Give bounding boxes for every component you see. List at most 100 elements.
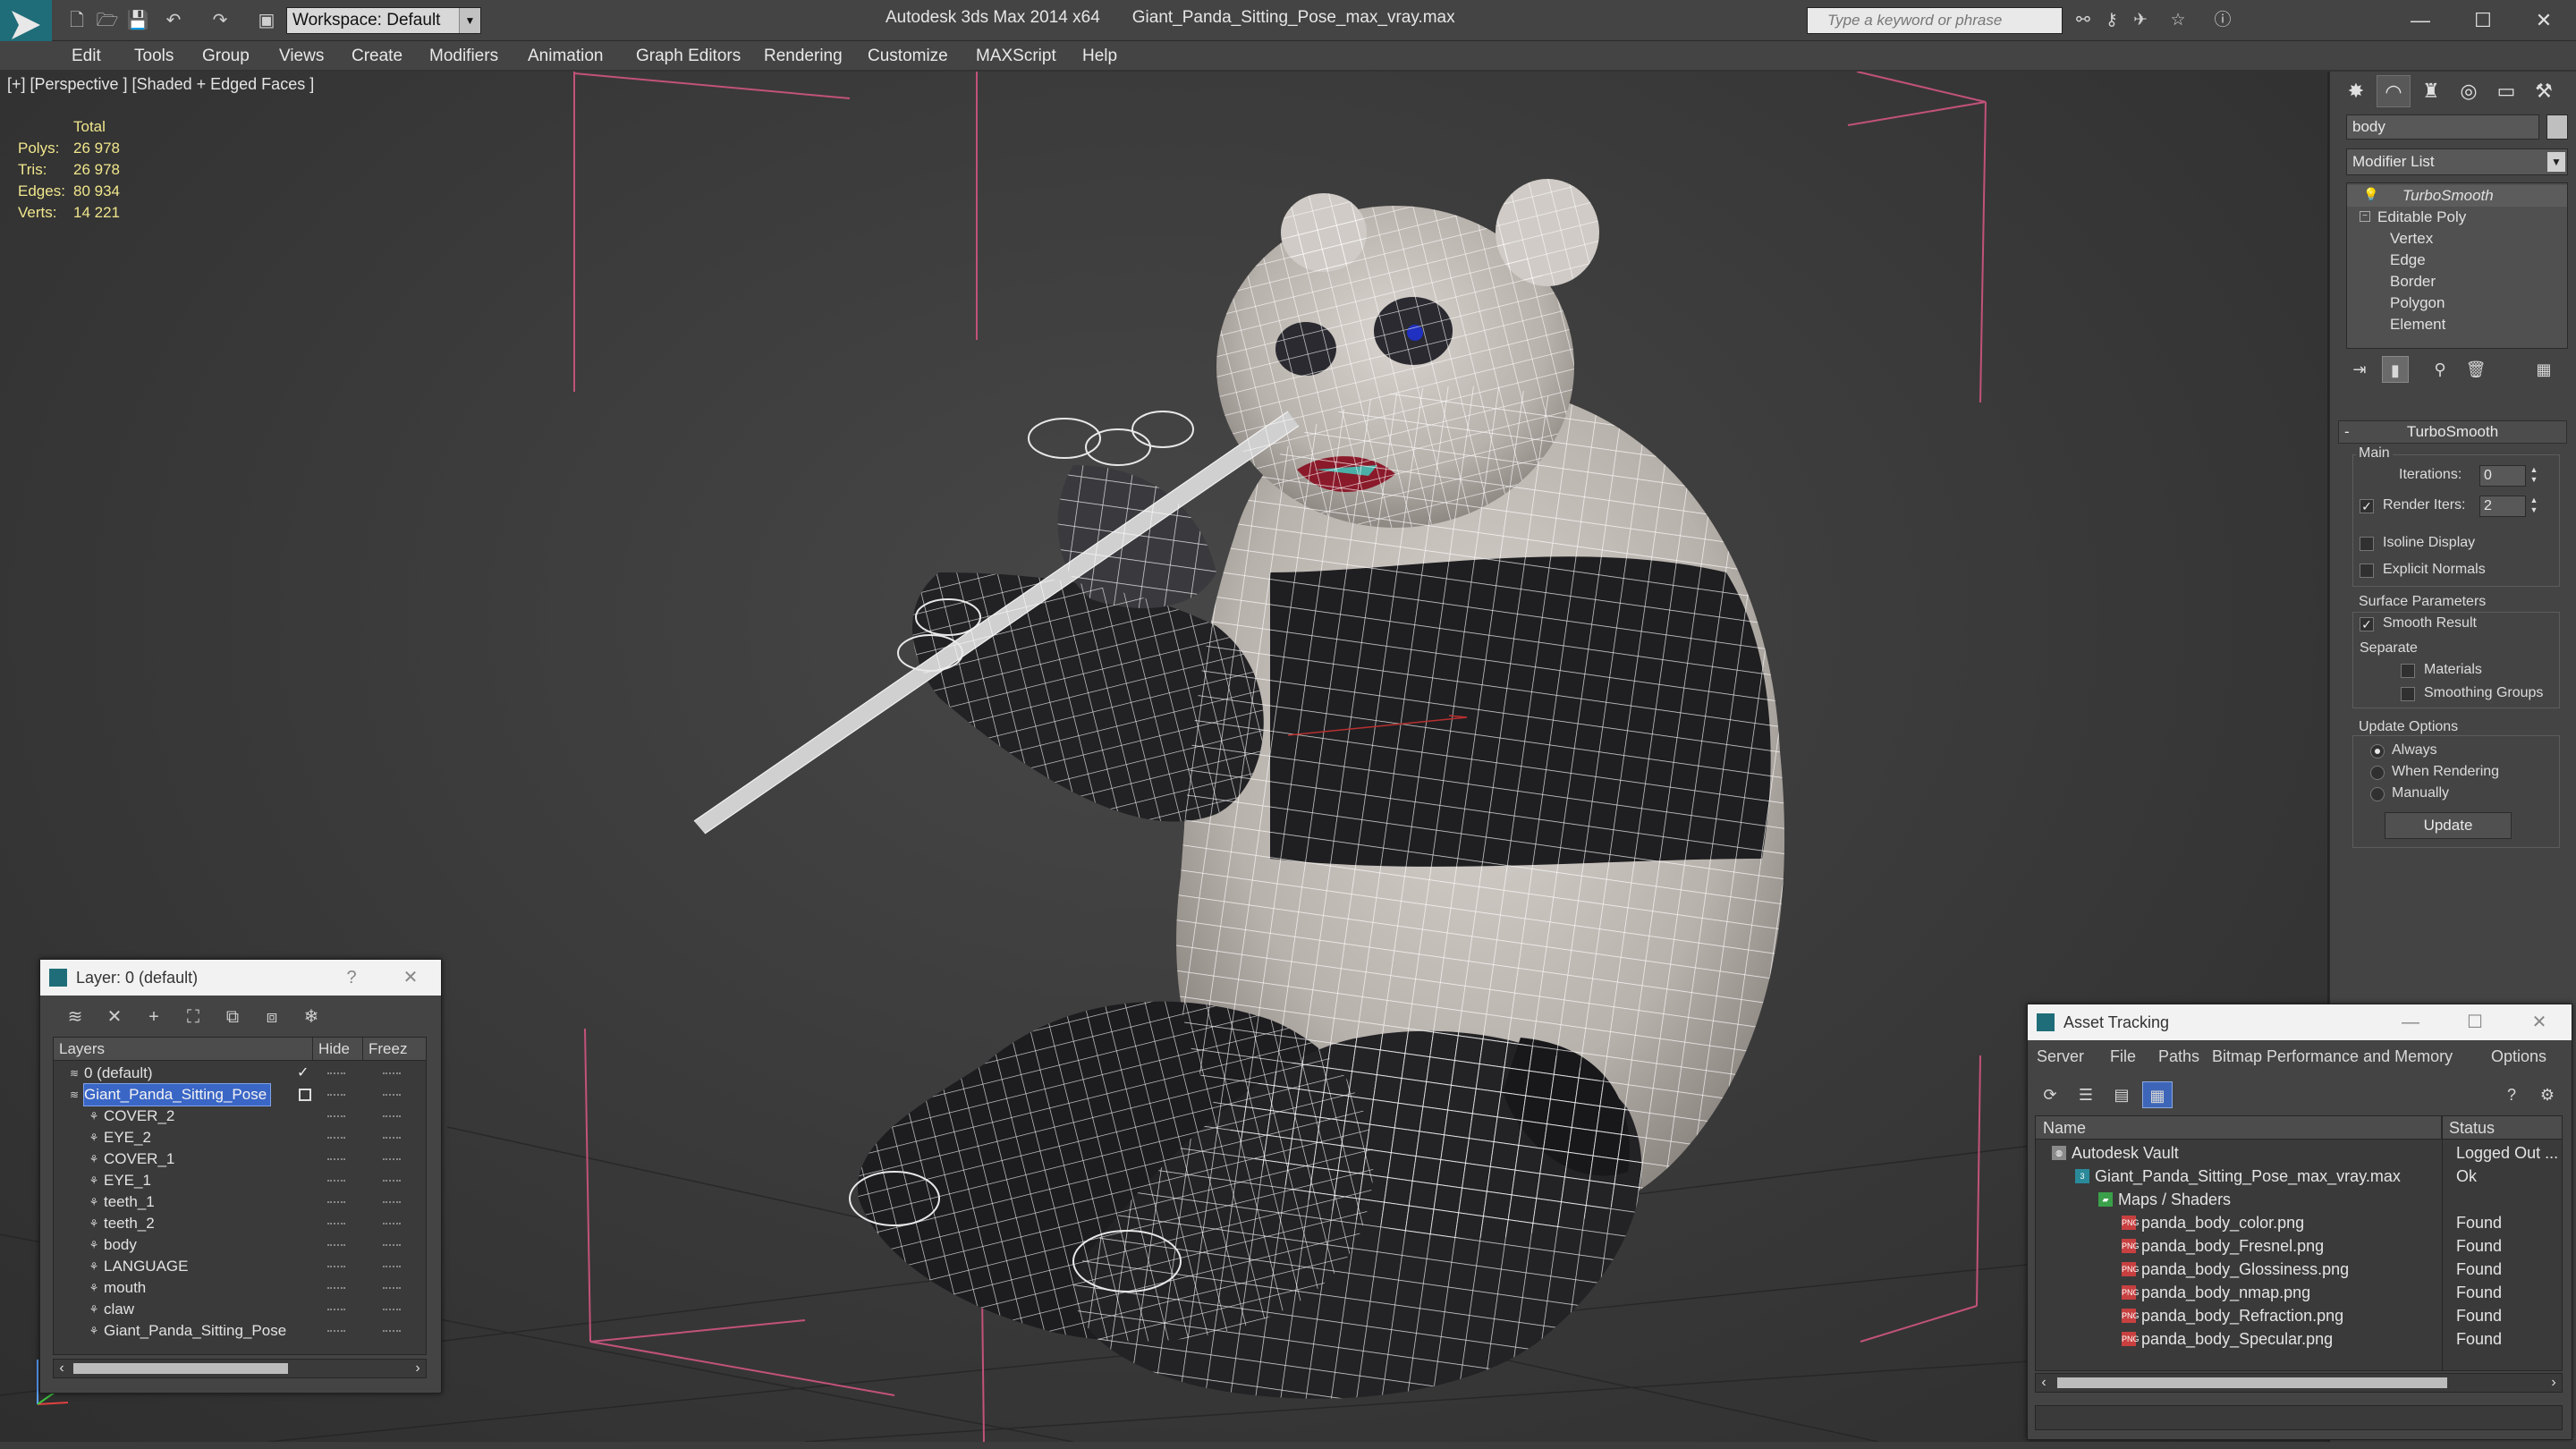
asset-menu-bitmap[interactable]: Bitmap Performance and Memory xyxy=(2212,1047,2453,1066)
list-view-icon[interactable]: ☰ xyxy=(2071,1081,2101,1108)
freeze-toggle[interactable] xyxy=(383,1115,401,1117)
settings-icon[interactable]: ⚙ xyxy=(2532,1081,2563,1108)
asset-menu-server[interactable]: Server xyxy=(2037,1047,2084,1066)
display-tab-icon[interactable]: ▭ xyxy=(2489,75,2523,107)
stack-item-vertex[interactable]: Vertex xyxy=(2347,228,2567,250)
asset-row[interactable]: PNG panda_body_Glossiness.png Found xyxy=(2036,1258,2562,1281)
freeze-toggle[interactable] xyxy=(383,1158,401,1160)
manually-radio[interactable] xyxy=(2370,787,2385,801)
viewport-label[interactable]: [+] [Perspective ] [Shaded + Edged Faces… xyxy=(7,75,314,94)
menu-animation[interactable]: Animation xyxy=(528,47,604,66)
layer-row[interactable]: ⚘ EYE_1 xyxy=(54,1170,426,1191)
isoline-display-checkbox[interactable] xyxy=(2360,537,2374,551)
scroll-thumb[interactable] xyxy=(73,1363,288,1374)
col-freeze[interactable]: Freez xyxy=(363,1038,426,1061)
modifier-list-dropdown[interactable]: Modifier List ▼ xyxy=(2346,148,2568,175)
asset-row[interactable]: ▰ Maps / Shaders xyxy=(2036,1188,2562,1211)
layer-row[interactable]: ≋ 0 (default) ✓ xyxy=(54,1063,426,1084)
favorites-star-icon[interactable]: ☆ xyxy=(2165,8,2191,33)
layer-row[interactable]: ⚘ teeth_2 xyxy=(54,1213,426,1234)
asset-horizontal-scrollbar[interactable]: ‹ › xyxy=(2035,1373,2563,1393)
asset-row[interactable]: PNG panda_body_Refraction.png Found xyxy=(2036,1304,2562,1327)
set-current-layer-icon[interactable] xyxy=(299,1089,311,1101)
freeze-toggle[interactable] xyxy=(383,1330,401,1332)
render-iters-checkbox[interactable]: ✓ xyxy=(2360,499,2374,513)
minimize-button[interactable]: — xyxy=(2394,4,2447,38)
communication-icon[interactable]: ✈ xyxy=(2127,8,2154,33)
hide-toggle[interactable] xyxy=(327,1244,345,1246)
asset-row[interactable]: ◍ Autodesk Vault Logged Out ... xyxy=(2036,1141,2562,1165)
freeze-toggle[interactable] xyxy=(383,1137,401,1139)
show-end-result-icon[interactable]: ▮ xyxy=(2382,356,2409,383)
smoothing-groups-checkbox[interactable] xyxy=(2401,687,2415,701)
freeze-toggle[interactable] xyxy=(383,1244,401,1246)
freeze-toggle[interactable] xyxy=(383,1094,401,1096)
layer-name[interactable]: COVER_1 xyxy=(104,1148,178,1170)
layer-name[interactable]: mouth xyxy=(104,1277,149,1299)
layer-name[interactable]: EYE_2 xyxy=(104,1127,155,1148)
layer-name[interactable]: Giant_Panda_Sitting_Pose xyxy=(82,1083,272,1106)
new-file-icon[interactable]: 🗋 xyxy=(64,8,89,33)
layer-row[interactable]: ⚘ body xyxy=(54,1234,426,1256)
asset-menu-options[interactable]: Options xyxy=(2491,1047,2546,1066)
layer-name[interactable]: 0 (default) xyxy=(84,1063,157,1084)
menu-views[interactable]: Views xyxy=(279,47,324,66)
redo-icon[interactable]: ↷ xyxy=(208,8,233,33)
select-objects-icon[interactable]: ⛶ xyxy=(178,1003,208,1031)
layer-name[interactable]: COVER_2 xyxy=(104,1106,178,1127)
freeze-toggle[interactable] xyxy=(383,1266,401,1267)
layer-name[interactable]: teeth_1 xyxy=(104,1191,158,1213)
explicit-normals-checkbox[interactable] xyxy=(2360,564,2374,578)
menu-tools[interactable]: Tools xyxy=(134,47,174,66)
hide-toggle[interactable] xyxy=(327,1158,345,1160)
close-button[interactable]: ✕ xyxy=(2520,1004,2559,1040)
hide-toggle[interactable] xyxy=(327,1137,345,1139)
create-layer-icon[interactable]: ≋ xyxy=(60,1003,90,1031)
search-input[interactable]: Type a keyword or phrase xyxy=(1807,7,2063,34)
col-name[interactable]: Name xyxy=(2036,1116,2442,1140)
hide-all-icon[interactable]: ⧈ xyxy=(257,1003,287,1031)
project-folder-icon[interactable]: ▣ xyxy=(254,8,279,33)
hide-toggle[interactable] xyxy=(327,1115,345,1117)
menu-help[interactable]: Help xyxy=(1082,47,1117,66)
create-tab-icon[interactable]: ✸ xyxy=(2339,75,2373,107)
configure-modifier-sets-icon[interactable]: ▦ xyxy=(2530,356,2557,383)
layer-row[interactable]: ⚘ mouth xyxy=(54,1277,426,1299)
hide-toggle[interactable] xyxy=(327,1180,345,1182)
motion-tab-icon[interactable]: ◎ xyxy=(2452,75,2486,107)
key-icon[interactable]: ⚷ xyxy=(2098,8,2125,33)
add-to-layer-icon[interactable]: + xyxy=(139,1003,169,1031)
col-hide[interactable]: Hide xyxy=(313,1038,363,1061)
freeze-toggle[interactable] xyxy=(383,1201,401,1203)
layer-row[interactable]: ⚘ COVER_1 xyxy=(54,1148,426,1170)
asset-row[interactable]: PNG panda_body_nmap.png Found xyxy=(2036,1281,2562,1304)
layer-row[interactable]: ⚘ Giant_Panda_Sitting_Pose xyxy=(54,1320,426,1342)
highlight-layer-icon[interactable]: ⧉ xyxy=(217,1003,248,1031)
stack-item-editable-poly[interactable]: Editable Poly xyxy=(2347,207,2567,228)
asset-row[interactable]: PNG panda_body_Specular.png Found xyxy=(2036,1327,2562,1351)
minimize-button[interactable]: — xyxy=(2391,1004,2430,1040)
hide-toggle[interactable] xyxy=(327,1330,345,1332)
layer-name[interactable]: claw xyxy=(104,1299,138,1320)
layer-name[interactable]: body xyxy=(104,1234,140,1256)
active-layer-check-icon[interactable]: ✓ xyxy=(297,1063,309,1084)
layer-window-titlebar[interactable]: Layer: 0 (default) xyxy=(40,960,441,996)
hide-toggle[interactable] xyxy=(327,1309,345,1310)
lightbulb-icon[interactable]: 💡 xyxy=(2363,187,2378,202)
layer-row[interactable]: ⚘ COVER_2 xyxy=(54,1106,426,1127)
freeze-toggle[interactable] xyxy=(383,1072,401,1074)
hierarchy-tab-icon[interactable]: ♜ xyxy=(2414,75,2448,107)
object-color-swatch[interactable] xyxy=(2546,114,2568,140)
col-layers[interactable]: Layers xyxy=(54,1038,313,1061)
menu-create[interactable]: Create xyxy=(352,47,402,66)
iterations-spinner[interactable]: 0 xyxy=(2479,465,2526,487)
collapse-icon[interactable]: − xyxy=(2360,211,2370,222)
scroll-right-icon[interactable]: › xyxy=(410,1360,426,1377)
undo-icon[interactable]: ↶ xyxy=(161,8,186,33)
make-unique-icon[interactable]: ⚲ xyxy=(2427,356,2453,383)
close-button[interactable]: ✕ xyxy=(391,960,430,996)
asset-row[interactable]: PNG panda_body_color.png Found xyxy=(2036,1211,2562,1234)
spinner-arrows-icon[interactable]: ▲ ▼ xyxy=(2528,496,2540,517)
refresh-icon[interactable]: ⟳ xyxy=(2035,1081,2065,1108)
hide-toggle[interactable] xyxy=(327,1266,345,1267)
